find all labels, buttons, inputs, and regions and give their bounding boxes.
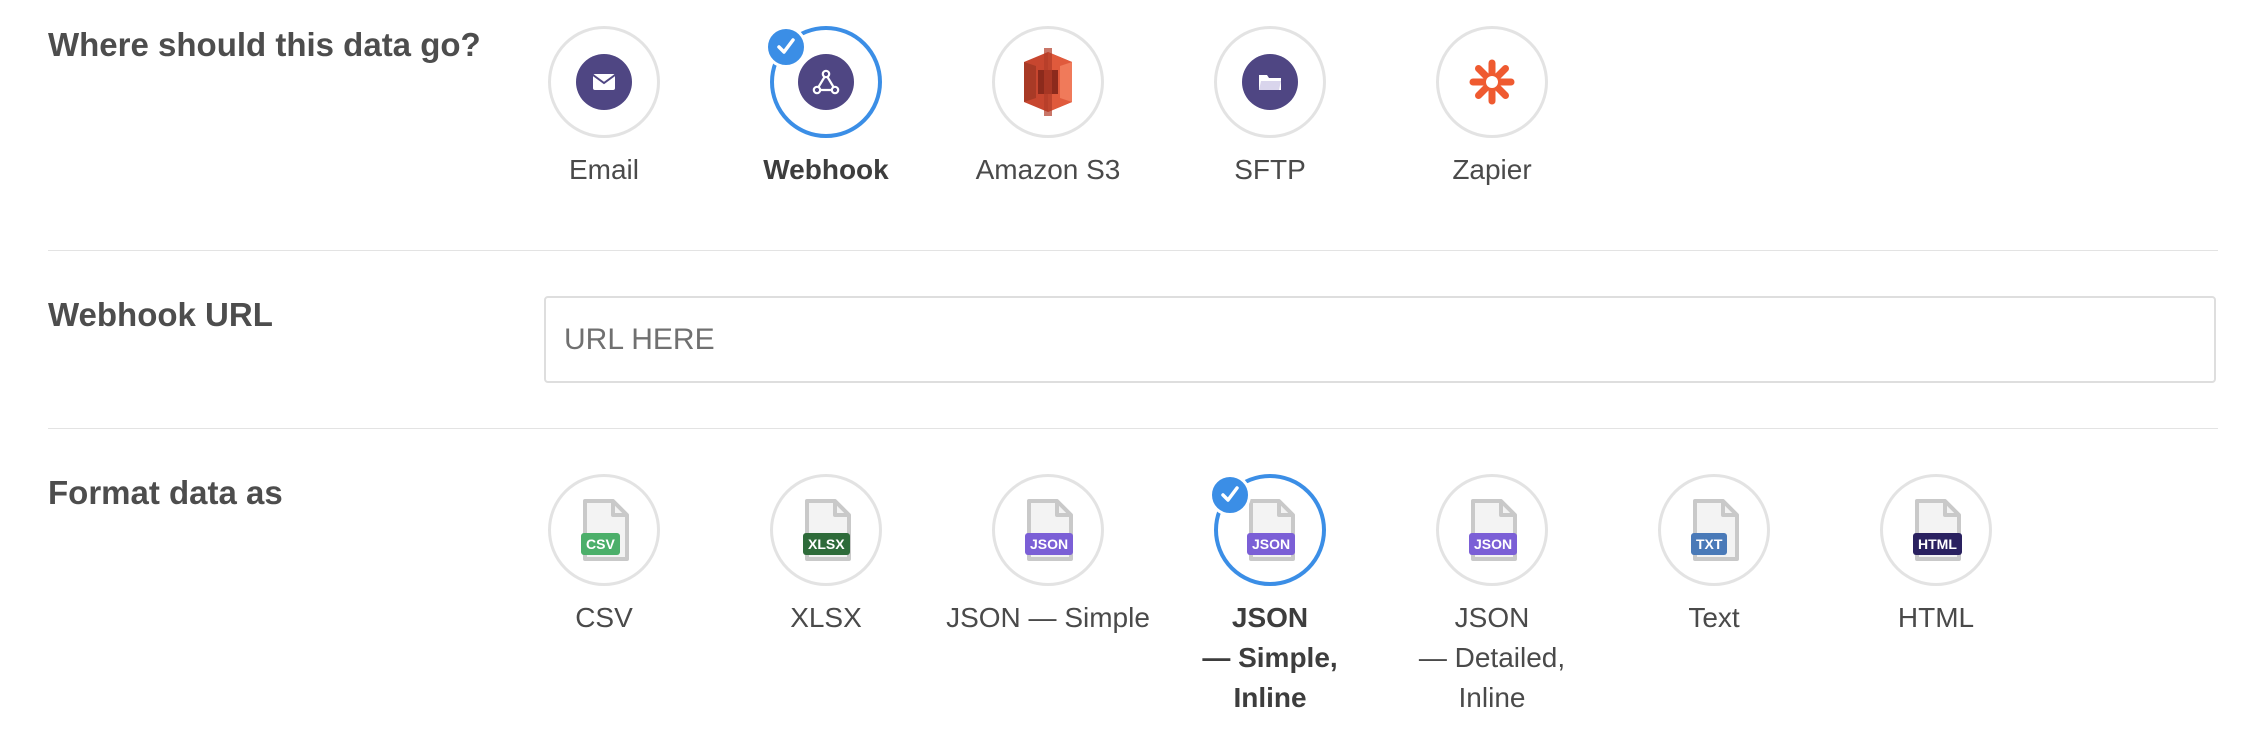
destination-circle[interactable] — [548, 26, 660, 138]
folder-icon — [1242, 54, 1298, 110]
webhook-icon — [798, 54, 854, 110]
destination-circle[interactable] — [992, 26, 1104, 138]
destination-option-sftp[interactable]: SFTP — [1160, 26, 1380, 190]
txt-file-icon: TXT — [1683, 497, 1745, 563]
destination-option-amazon-s3[interactable]: Amazon S3 — [938, 26, 1158, 190]
zapier-icon — [1469, 59, 1515, 105]
destination-circle[interactable] — [1214, 26, 1326, 138]
destination-option-email[interactable]: Email — [494, 26, 714, 190]
format-badge: JSON — [1247, 533, 1296, 555]
format-option-label: CSV — [575, 602, 633, 633]
format-option-label: JSON — Simple, Inline — [1160, 598, 1380, 718]
format-badge: CSV — [581, 533, 620, 555]
format-option-json-simple-inline[interactable]: JSON JSON — Simple, Inline — [1160, 474, 1380, 718]
destination-circle[interactable] — [765, 26, 882, 138]
format-circle[interactable]: JSON — [1209, 474, 1326, 586]
html-file-icon: HTML — [1905, 497, 1967, 563]
format-circle[interactable]: TXT — [1658, 474, 1770, 586]
format-circle[interactable]: CSV — [548, 474, 660, 586]
section-divider — [48, 250, 2218, 251]
json-file-icon: JSON — [1461, 497, 1523, 563]
destination-option-label: Amazon S3 — [975, 154, 1121, 185]
format-option-json-detailed-inline[interactable]: JSON JSON — Detailed, Inline — [1382, 474, 1602, 718]
format-badge: JSON — [1025, 533, 1074, 555]
format-circle[interactable]: JSON — [1436, 474, 1548, 586]
format-option-text[interactable]: TXT Text — [1604, 474, 1824, 638]
format-option-label-line: — Simple, — [1202, 642, 1338, 673]
destination-label: Where should this data go? — [48, 26, 481, 63]
destination-option-label: Webhook — [763, 154, 889, 185]
format-option-json-simple[interactable]: JSON JSON — Simple — [938, 474, 1158, 638]
format-option-label: JSON — Detailed, Inline — [1382, 598, 1602, 718]
webhook-url-input[interactable] — [544, 296, 2216, 383]
format-circle[interactable]: HTML — [1880, 474, 1992, 586]
format-option-xlsx[interactable]: XLSX XLSX — [716, 474, 936, 638]
xlsx-file-icon: XLSX — [795, 497, 857, 563]
format-option-label: HTML — [1897, 602, 1975, 633]
destination-circle[interactable] — [1436, 26, 1548, 138]
format-option-label: Text — [1688, 602, 1740, 633]
amazon-s3-icon — [1024, 48, 1072, 116]
destination-option-label: Zapier — [1452, 154, 1532, 185]
format-option-csv[interactable]: CSV CSV — [494, 474, 714, 638]
format-option-label: JSON — Simple — [946, 602, 1150, 633]
destination-option-label: Email — [568, 154, 639, 185]
csv-file-icon: CSV — [573, 497, 635, 563]
format-label: Format data as — [48, 474, 283, 511]
format-option-label-line: JSON — [1454, 602, 1530, 633]
webhook-url-label: Webhook URL — [48, 296, 273, 333]
format-badge: TXT — [1691, 533, 1728, 555]
selected-check-icon — [765, 26, 807, 68]
format-badge: JSON — [1469, 533, 1518, 555]
format-option-label: XLSX — [790, 602, 862, 633]
format-option-label-line: JSON — [1231, 602, 1309, 633]
format-option-html[interactable]: HTML HTML — [1826, 474, 2046, 638]
format-badge: HTML — [1913, 533, 1962, 555]
json-file-icon: JSON — [1239, 497, 1301, 563]
format-badge: XLSX — [803, 533, 850, 555]
email-icon — [576, 54, 632, 110]
section-divider — [48, 428, 2218, 429]
destination-option-webhook[interactable]: Webhook — [716, 26, 936, 190]
destination-option-label: SFTP — [1234, 154, 1306, 185]
selected-check-icon — [1209, 474, 1251, 516]
destination-option-zapier[interactable]: Zapier — [1382, 26, 1602, 190]
format-circle[interactable]: XLSX — [770, 474, 882, 586]
format-option-label-line: Inline — [1233, 682, 1307, 713]
format-option-label-line: — Detailed, — [1418, 642, 1566, 673]
format-circle[interactable]: JSON — [992, 474, 1104, 586]
format-option-label-line: Inline — [1458, 682, 1526, 713]
json-file-icon: JSON — [1017, 497, 1079, 563]
